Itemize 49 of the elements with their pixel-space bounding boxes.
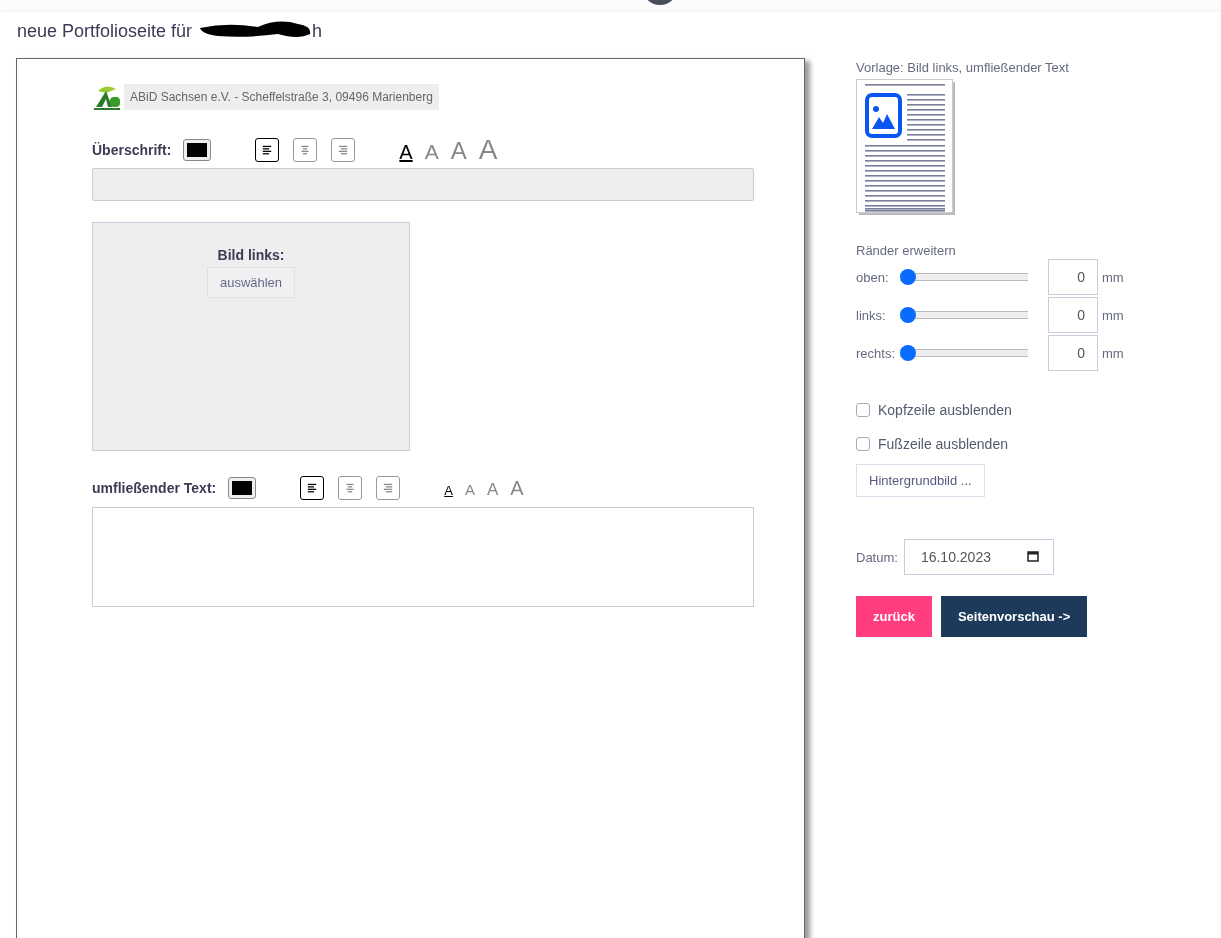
color-picker[interactable]: [183, 139, 212, 161]
date-label: Datum:: [856, 549, 898, 565]
slider-label: links:: [856, 307, 887, 323]
checkbox[interactable]: [856, 403, 870, 417]
align-right-button[interactable]: [331, 138, 356, 162]
font-size-option[interactable]: A: [464, 482, 475, 497]
page-title: neue Portfolioseite für: [17, 20, 193, 42]
calendar-icon[interactable]: [1026, 550, 1039, 562]
font-size-option[interactable]: A: [399, 142, 413, 162]
align-center-button[interactable]: [293, 138, 318, 162]
unit-label: mm: [1102, 307, 1124, 323]
slider-label: rechts:: [856, 345, 896, 361]
image-label: Bild links:: [217, 247, 285, 263]
background-image-button[interactable]: Hintergrundbild ...: [856, 464, 985, 497]
checkbox-label: Kopfzeile ausblenden: [878, 402, 1012, 418]
letterhead-text: ABiD Sachsen e.V. - Scheffelstraße 3, 09496 Marienberg: [124, 84, 439, 110]
logo-icon: [92, 83, 122, 111]
font-size-option[interactable]: A: [478, 136, 498, 164]
slider-thumb[interactable]: [900, 307, 916, 323]
align-center-button[interactable]: [338, 476, 363, 500]
unit-label: mm: [1102, 345, 1124, 361]
section-title: Ränder erweitern: [856, 243, 957, 258]
number-field[interactable]: 0: [1048, 335, 1098, 371]
field-label: Überschrift:: [92, 142, 172, 158]
color-picker[interactable]: [228, 477, 257, 499]
number-field[interactable]: 0: [1048, 297, 1098, 333]
align-right-button[interactable]: [376, 476, 401, 500]
template-label: Vorlage: Bild links, umfließender Text: [856, 60, 1070, 75]
align-left-button[interactable]: [255, 138, 280, 162]
font-size-option[interactable]: A: [424, 141, 439, 162]
checkbox[interactable]: [856, 437, 870, 451]
number-field[interactable]: 0: [1048, 259, 1098, 295]
slider-thumb[interactable]: [900, 269, 916, 285]
page-title-end: h: [312, 20, 323, 42]
font-size-option[interactable]: A: [510, 478, 524, 498]
select-image-button[interactable]: auswählen: [206, 267, 296, 298]
heading-field[interactable]: [92, 168, 754, 201]
checkbox-label: Fußzeile ausblenden: [878, 436, 1008, 452]
font-size-option[interactable]: A: [450, 139, 467, 163]
font-size-option[interactable]: A: [486, 481, 499, 498]
template-thumbnail-icon[interactable]: [856, 79, 956, 216]
font-size-option[interactable]: A: [444, 484, 453, 497]
slider-thumb[interactable]: [900, 345, 916, 361]
date-field[interactable]: 16.10.2023: [903, 539, 1054, 575]
unit-label: mm: [1102, 269, 1124, 285]
preview-button[interactable]: Seitenvorschau ->: [940, 596, 1088, 637]
slider-label: oben:: [856, 269, 890, 285]
align-left-button[interactable]: [300, 476, 325, 500]
field-label: umfließender Text:: [92, 480, 217, 496]
